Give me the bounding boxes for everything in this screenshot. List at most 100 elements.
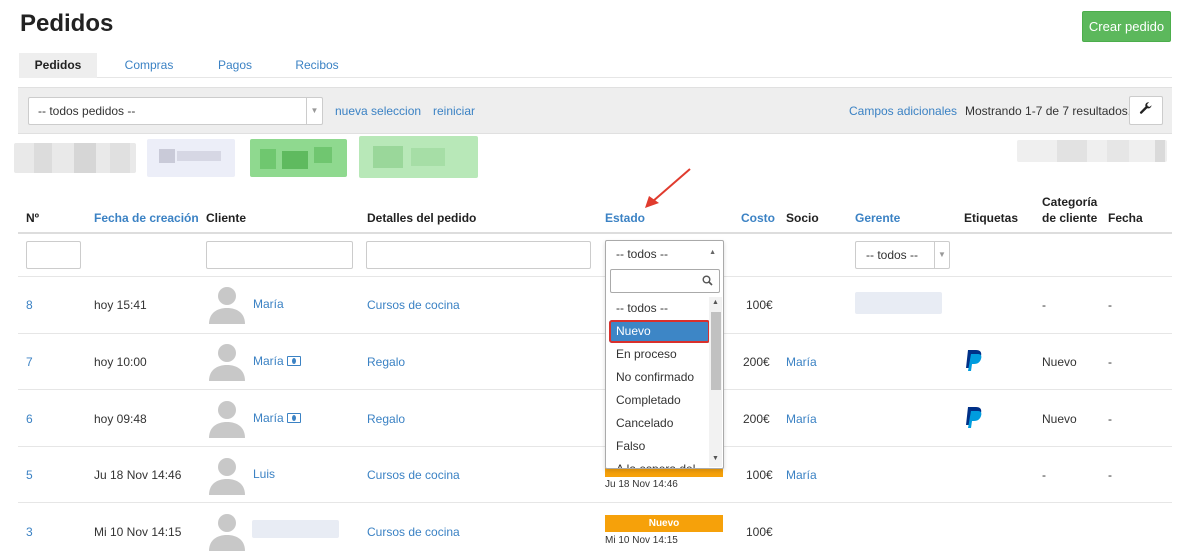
tab-pagos[interactable]: Pagos xyxy=(197,53,273,78)
order-details-link[interactable]: Regalo xyxy=(367,355,405,369)
money-icon xyxy=(286,413,301,423)
additional-fields-link[interactable]: Campos adicionales xyxy=(849,104,957,118)
reset-link[interactable]: reiniciar xyxy=(433,104,475,118)
create-order-button[interactable]: Crear pedido xyxy=(1082,11,1171,42)
status-option-a-la-espera[interactable]: A la espera del xyxy=(606,458,709,468)
client-category-value: Nuevo xyxy=(1042,412,1077,426)
order-number-link[interactable]: 6 xyxy=(26,412,33,426)
status-option-nuevo[interactable]: Nuevo xyxy=(609,320,710,343)
cost-value: 100€ xyxy=(746,298,773,312)
column-header-client: Cliente xyxy=(206,211,247,225)
wrench-icon xyxy=(1139,102,1152,114)
order-number-link[interactable]: 5 xyxy=(26,468,33,482)
status-option-en-proceso[interactable]: En proceso xyxy=(606,343,709,366)
avatar xyxy=(209,401,245,438)
avatar xyxy=(209,514,245,551)
settings-button[interactable] xyxy=(1129,96,1163,125)
column-header-manager[interactable]: Gerente xyxy=(855,210,900,226)
annotation-arrow xyxy=(645,168,691,208)
order-number-link[interactable]: 3 xyxy=(26,525,33,539)
order-details-link[interactable]: Regalo xyxy=(367,412,405,426)
tab-recibos[interactable]: Recibos xyxy=(281,53,353,78)
column-header-tags: Etiquetas xyxy=(964,211,1019,225)
blurred-stat-grey-2 xyxy=(1017,140,1167,162)
status-option-completado[interactable]: Completado xyxy=(606,389,709,412)
page-title: Pedidos xyxy=(20,10,114,37)
client-link[interactable]: María xyxy=(253,297,284,311)
tab-pedidos[interactable]: Pedidos xyxy=(19,53,97,78)
status-option-cancelado[interactable]: Cancelado xyxy=(606,412,709,435)
details-filter-input[interactable] xyxy=(366,241,591,269)
tabs-bar: Pedidos Compras Pagos Recibos xyxy=(19,53,1172,78)
date-value: - xyxy=(1108,468,1112,482)
scroll-up-icon[interactable]: ▲ xyxy=(712,299,719,306)
order-number-link[interactable]: 8 xyxy=(26,298,33,312)
search-icon xyxy=(702,275,713,286)
order-number-link[interactable]: 7 xyxy=(26,355,33,369)
created-date: Mi 10 Nov 14:15 xyxy=(94,525,182,539)
client-link[interactable]: María xyxy=(253,354,301,368)
cost-value: 100€ xyxy=(746,525,773,539)
paypal-icon xyxy=(966,350,982,371)
order-details-link[interactable]: Cursos de cocina xyxy=(367,468,460,482)
tab-compras[interactable]: Compras xyxy=(109,53,189,78)
date-value: - xyxy=(1108,412,1112,426)
order-details-link[interactable]: Cursos de cocina xyxy=(367,298,460,312)
column-header-status[interactable]: Estado xyxy=(605,210,645,226)
client-name: María xyxy=(253,411,284,425)
blurred-stat-lavender xyxy=(147,139,235,177)
blurred-manager xyxy=(855,292,942,314)
status-option-falso[interactable]: Falso xyxy=(606,435,709,458)
manager-filter-select[interactable]: -- todos -- ▼ xyxy=(855,241,950,269)
status-filter-select[interactable]: -- todos -- ▲ xyxy=(606,241,723,267)
money-icon xyxy=(286,356,301,366)
row-divider xyxy=(18,446,1172,447)
status-date: Ju 18 Nov 14:46 xyxy=(605,479,678,490)
partner-link[interactable]: María xyxy=(786,468,817,482)
order-details-link[interactable]: Cursos de cocina xyxy=(367,525,460,539)
column-header-number: Nº xyxy=(26,211,40,225)
column-header-date: Fecha xyxy=(1108,211,1143,225)
order-selection-select[interactable]: -- todos pedidos -- ▼ xyxy=(28,97,323,125)
chevron-down-icon[interactable]: ▼ xyxy=(934,242,949,268)
partner-link[interactable]: María xyxy=(786,355,817,369)
blurred-client-name xyxy=(252,520,339,538)
header-divider xyxy=(18,232,1172,234)
scroll-down-icon[interactable]: ▼ xyxy=(712,455,719,462)
paypal-icon xyxy=(966,407,982,428)
status-badge xyxy=(605,468,723,477)
status-options-scrollbar[interactable]: ▲ ▼ xyxy=(709,297,722,467)
chevron-down-icon[interactable]: ▼ xyxy=(306,98,322,124)
client-filter-input[interactable] xyxy=(206,241,353,269)
new-selection-link[interactable]: nueva seleccion xyxy=(335,104,421,118)
status-option-no-confirmado[interactable]: No confirmado xyxy=(606,366,709,389)
status-option-all[interactable]: -- todos -- xyxy=(606,297,709,320)
column-header-partner: Socio xyxy=(786,211,819,225)
client-link[interactable]: María xyxy=(253,411,301,425)
client-link[interactable]: Luis xyxy=(253,467,275,481)
number-filter-input[interactable] xyxy=(26,241,81,269)
blurred-stat-green-1 xyxy=(250,139,347,177)
created-date: hoy 10:00 xyxy=(94,355,147,369)
chevron-up-icon: ▲ xyxy=(709,249,716,256)
status-filter-value: -- todos -- xyxy=(616,247,669,261)
status-date: Mi 10 Nov 14:15 xyxy=(605,535,678,546)
column-header-details: Detalles del pedido xyxy=(367,211,477,225)
partner-link[interactable]: María xyxy=(786,412,817,426)
row-divider xyxy=(18,276,1172,277)
column-header-cost[interactable]: Costo xyxy=(741,210,775,226)
order-selection-value: -- todos pedidos -- xyxy=(38,104,136,118)
created-date: Ju 18 Nov 14:46 xyxy=(94,468,182,482)
status-filter-dropdown[interactable]: -- todos -- ▲ -- todos -- Nuevo En proce… xyxy=(605,240,724,469)
scrollbar-thumb[interactable] xyxy=(711,312,721,390)
avatar xyxy=(209,344,245,381)
client-category-value: Nuevo xyxy=(1042,355,1077,369)
blurred-stat-grey-1 xyxy=(14,143,136,173)
status-options-list: -- todos -- Nuevo En proceso No confirma… xyxy=(606,297,710,468)
row-divider xyxy=(18,333,1172,334)
created-date: hoy 09:48 xyxy=(94,412,147,426)
status-search-input[interactable] xyxy=(610,269,720,293)
column-header-created[interactable]: Fecha de creación xyxy=(94,210,199,226)
client-category-value: - xyxy=(1042,468,1046,482)
cost-value: 200€ xyxy=(743,412,770,426)
